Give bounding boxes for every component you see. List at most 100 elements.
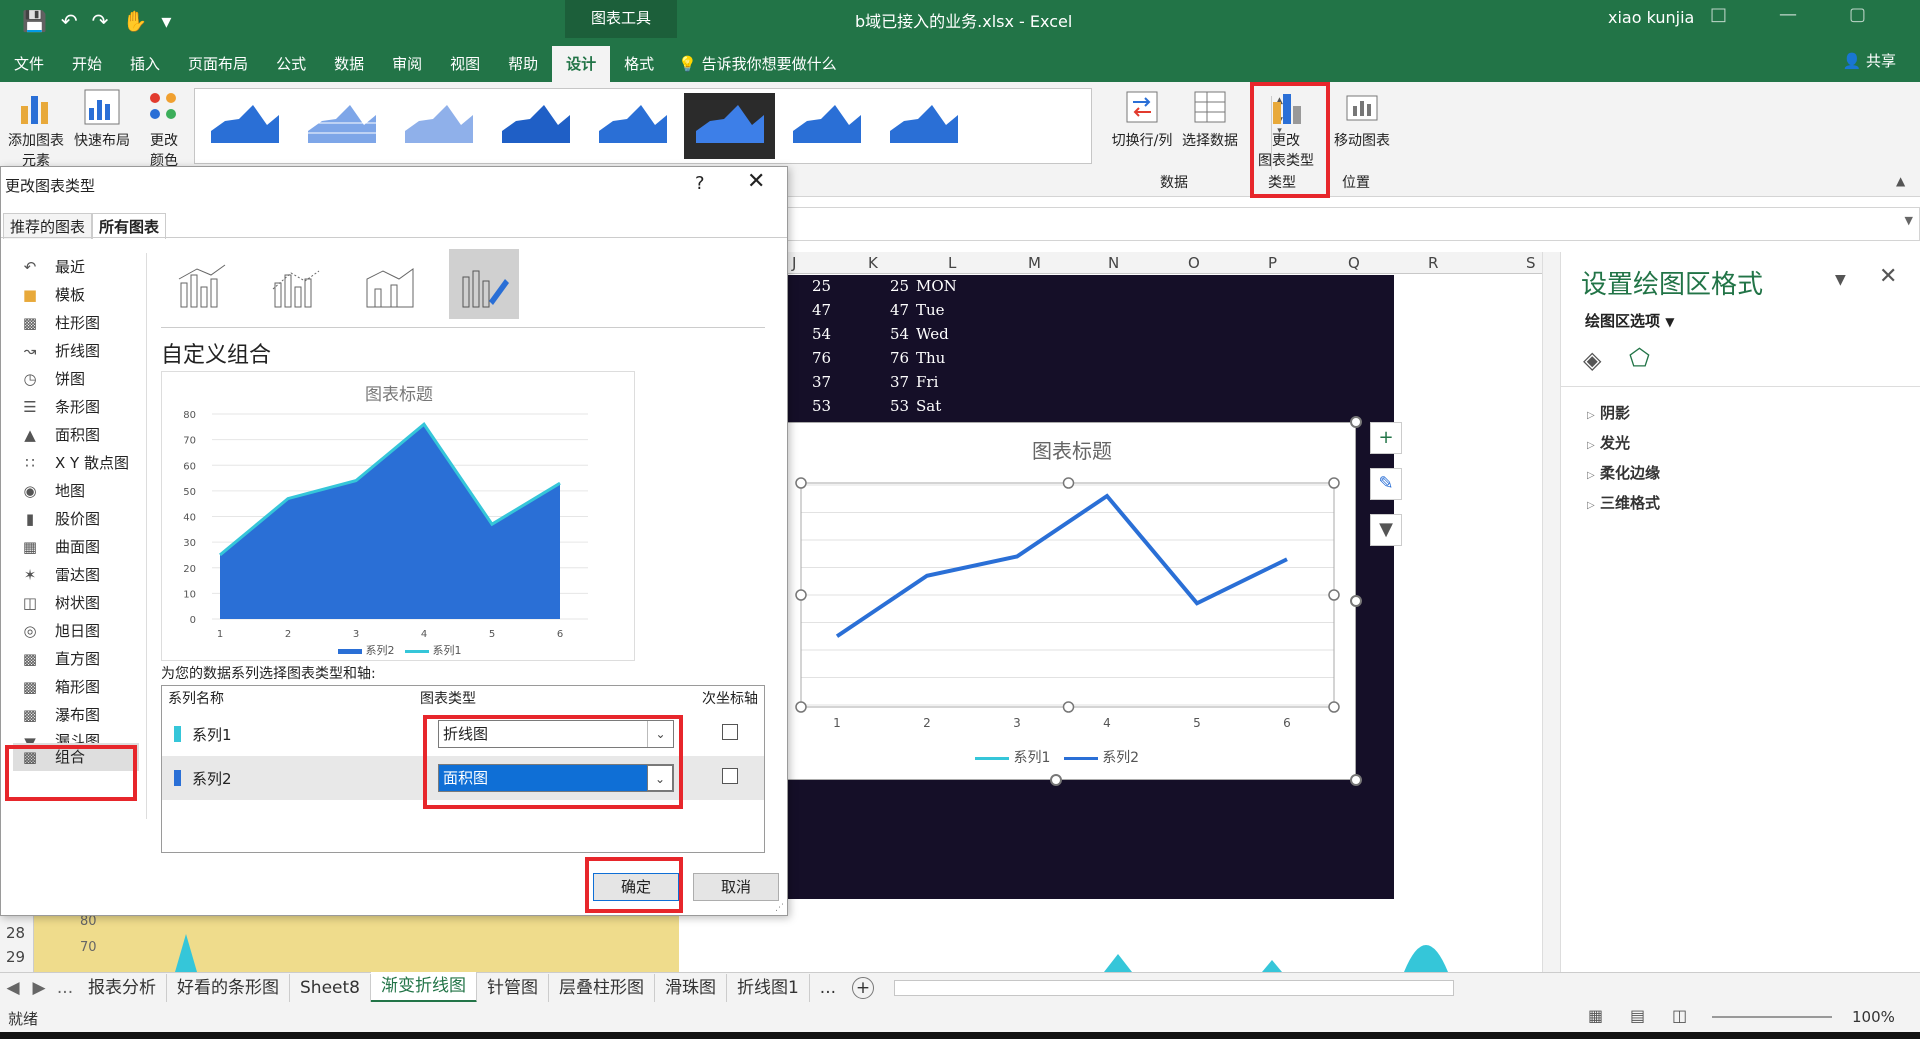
- cell-l[interactable]: Fri: [916, 373, 938, 391]
- tab-file[interactable]: 文件: [0, 46, 58, 82]
- add-chart-element-button[interactable]: 添加图表 元素: [4, 88, 68, 170]
- sheet-tab[interactable]: 好看的条形图: [167, 973, 290, 1002]
- category-boxplot[interactable]: ▩ 箱形图: [19, 673, 139, 701]
- col-header[interactable]: R: [1428, 254, 1438, 272]
- chart-style-3[interactable]: [393, 93, 484, 159]
- tell-me-search[interactable]: 💡 告诉我你想要做什么: [668, 46, 836, 82]
- sheet-chart-plot[interactable]: 1 2 3 4 5 6: [787, 423, 1357, 781]
- more-sheets-right[interactable]: ...: [810, 974, 846, 1002]
- category-recent[interactable]: ↶ 最近: [19, 253, 139, 281]
- formula-bar[interactable]: ▼: [786, 207, 1920, 241]
- cell-k[interactable]: 54: [890, 325, 909, 343]
- col-header[interactable]: N: [1108, 254, 1119, 272]
- col-header[interactable]: P: [1268, 254, 1277, 272]
- subtype-clustered-column-line[interactable]: [167, 249, 237, 319]
- tab-home[interactable]: 开始: [58, 46, 116, 82]
- tab-all-charts[interactable]: 所有图表: [92, 213, 167, 239]
- cancel-button[interactable]: 取消: [693, 873, 779, 901]
- cell-k[interactable]: 25: [890, 277, 909, 295]
- tab-review[interactable]: 审阅: [378, 46, 436, 82]
- page-break-view-icon[interactable]: ◫: [1672, 1006, 1687, 1025]
- category-treemap[interactable]: ◫ 树状图: [19, 589, 139, 617]
- pane-options-dropdown-icon[interactable]: ▼: [1835, 272, 1846, 288]
- col-header[interactable]: S: [1526, 254, 1536, 272]
- pane-close-icon[interactable]: ✕: [1879, 264, 1897, 289]
- cell-j[interactable]: 54: [812, 325, 831, 343]
- share-button[interactable]: 👤 共享: [1843, 50, 1896, 71]
- move-chart-button[interactable]: 移动图表: [1330, 88, 1394, 150]
- series1-secondary-axis-checkbox[interactable]: [722, 724, 738, 740]
- tab-data[interactable]: 数据: [320, 46, 378, 82]
- cell-l[interactable]: Sat: [916, 397, 941, 415]
- tab-recommended-charts[interactable]: 推荐的图表: [3, 213, 93, 239]
- redo-icon[interactable]: ↷: [92, 8, 109, 34]
- resize-handle[interactable]: [1350, 416, 1362, 428]
- col-header[interactable]: K: [868, 254, 878, 272]
- normal-view-icon[interactable]: ▦: [1588, 1006, 1603, 1025]
- cell-k[interactable]: 37: [890, 373, 909, 391]
- cell-j[interactable]: 53: [812, 397, 831, 415]
- chart-style-1[interactable]: [199, 93, 290, 159]
- prev-sheet-icon[interactable]: ◀: [0, 978, 26, 998]
- cell-k[interactable]: 53: [890, 397, 909, 415]
- collapse-ribbon-icon[interactable]: ▲: [1896, 174, 1905, 188]
- tab-help[interactable]: 帮助: [494, 46, 552, 82]
- resize-handle[interactable]: [1350, 774, 1362, 786]
- category-surface[interactable]: ▦ 曲面图: [19, 533, 139, 561]
- tab-format[interactable]: 格式: [610, 46, 668, 82]
- col-header[interactable]: J: [792, 254, 796, 272]
- select-data-button[interactable]: 选择数据: [1178, 88, 1242, 150]
- cell-j[interactable]: 25: [812, 277, 831, 295]
- new-sheet-icon[interactable]: +: [852, 976, 875, 999]
- category-scatter[interactable]: ∷ X Y 散点图: [19, 449, 139, 477]
- category-waterfall[interactable]: ▩ 瀑布图: [19, 701, 139, 729]
- maximize-icon[interactable]: ▢: [1849, 4, 1866, 25]
- category-area[interactable]: ▲ 面积图: [19, 421, 139, 449]
- cell-k[interactable]: 76: [890, 349, 909, 367]
- page-layout-view-icon[interactable]: ▤: [1630, 1006, 1645, 1025]
- tab-view[interactable]: 视图: [436, 46, 494, 82]
- sheet-tab[interactable]: 针管图: [477, 973, 549, 1002]
- category-column[interactable]: ▩ 柱形图: [19, 309, 139, 337]
- category-map[interactable]: ◉ 地图: [19, 477, 139, 505]
- sheet-tab-active[interactable]: 渐变折线图: [370, 972, 477, 1003]
- category-sunburst[interactable]: ◎ 旭日图: [19, 617, 139, 645]
- fmt-item-soft-edges[interactable]: ▷ 柔化边缘: [1587, 462, 1660, 483]
- category-histogram[interactable]: ▩ 直方图: [19, 645, 139, 673]
- tab-design[interactable]: 设计: [552, 46, 611, 82]
- touch-mode-icon[interactable]: ✋: [122, 8, 147, 34]
- cell-j[interactable]: 37: [812, 373, 831, 391]
- category-templates[interactable]: ■ 模板: [19, 281, 139, 309]
- quick-layout-button[interactable]: 快速布局: [70, 88, 134, 150]
- sheet-chart[interactable]: 图表标题 123456 系列1 系列2: [786, 422, 1356, 780]
- subtype-custom-combo[interactable]: [449, 249, 519, 319]
- cell-j[interactable]: 76: [812, 349, 831, 367]
- effects-pentagon-icon[interactable]: ⬠: [1629, 344, 1650, 372]
- more-sheets-left[interactable]: ...: [52, 978, 78, 998]
- category-bar[interactable]: ☰ 条形图: [19, 393, 139, 421]
- chart-style-2[interactable]: [296, 93, 387, 159]
- dialog-help-button[interactable]: ?: [695, 173, 705, 194]
- chart-style-5[interactable]: [587, 93, 678, 159]
- resize-handle[interactable]: [1050, 774, 1062, 786]
- chart-style-6[interactable]: [684, 93, 775, 159]
- category-pie[interactable]: ◷ 饼图: [19, 365, 139, 393]
- fmt-item-3d-format[interactable]: ▷ 三维格式: [1587, 492, 1660, 513]
- undo-icon[interactable]: ↶: [61, 8, 78, 34]
- chart-filter-icon[interactable]: ▼: [1370, 514, 1402, 546]
- chart-style-4[interactable]: [490, 93, 581, 159]
- sheet-tab[interactable]: 报表分析: [78, 973, 167, 1002]
- tab-formulas[interactable]: 公式: [262, 46, 320, 82]
- sheet-tab[interactable]: Sheet8: [290, 973, 371, 1002]
- plot-area-options[interactable]: 绘图区选项 ▼: [1585, 310, 1674, 331]
- horizontal-scrollbar[interactable]: [894, 979, 1455, 996]
- subtype-column-line-secondary[interactable]: [261, 249, 331, 319]
- resize-grip-icon[interactable]: ⋰: [775, 903, 784, 913]
- col-header[interactable]: L: [948, 254, 956, 272]
- switch-row-column-button[interactable]: 切换行/列: [1108, 88, 1176, 150]
- customize-qat-icon[interactable]: ▾: [161, 8, 171, 34]
- sheet-tab[interactable]: 层叠柱形图: [549, 973, 655, 1002]
- cell-k[interactable]: 47: [890, 301, 909, 319]
- col-header[interactable]: Q: [1348, 254, 1360, 272]
- minimize-icon[interactable]: —: [1779, 4, 1797, 25]
